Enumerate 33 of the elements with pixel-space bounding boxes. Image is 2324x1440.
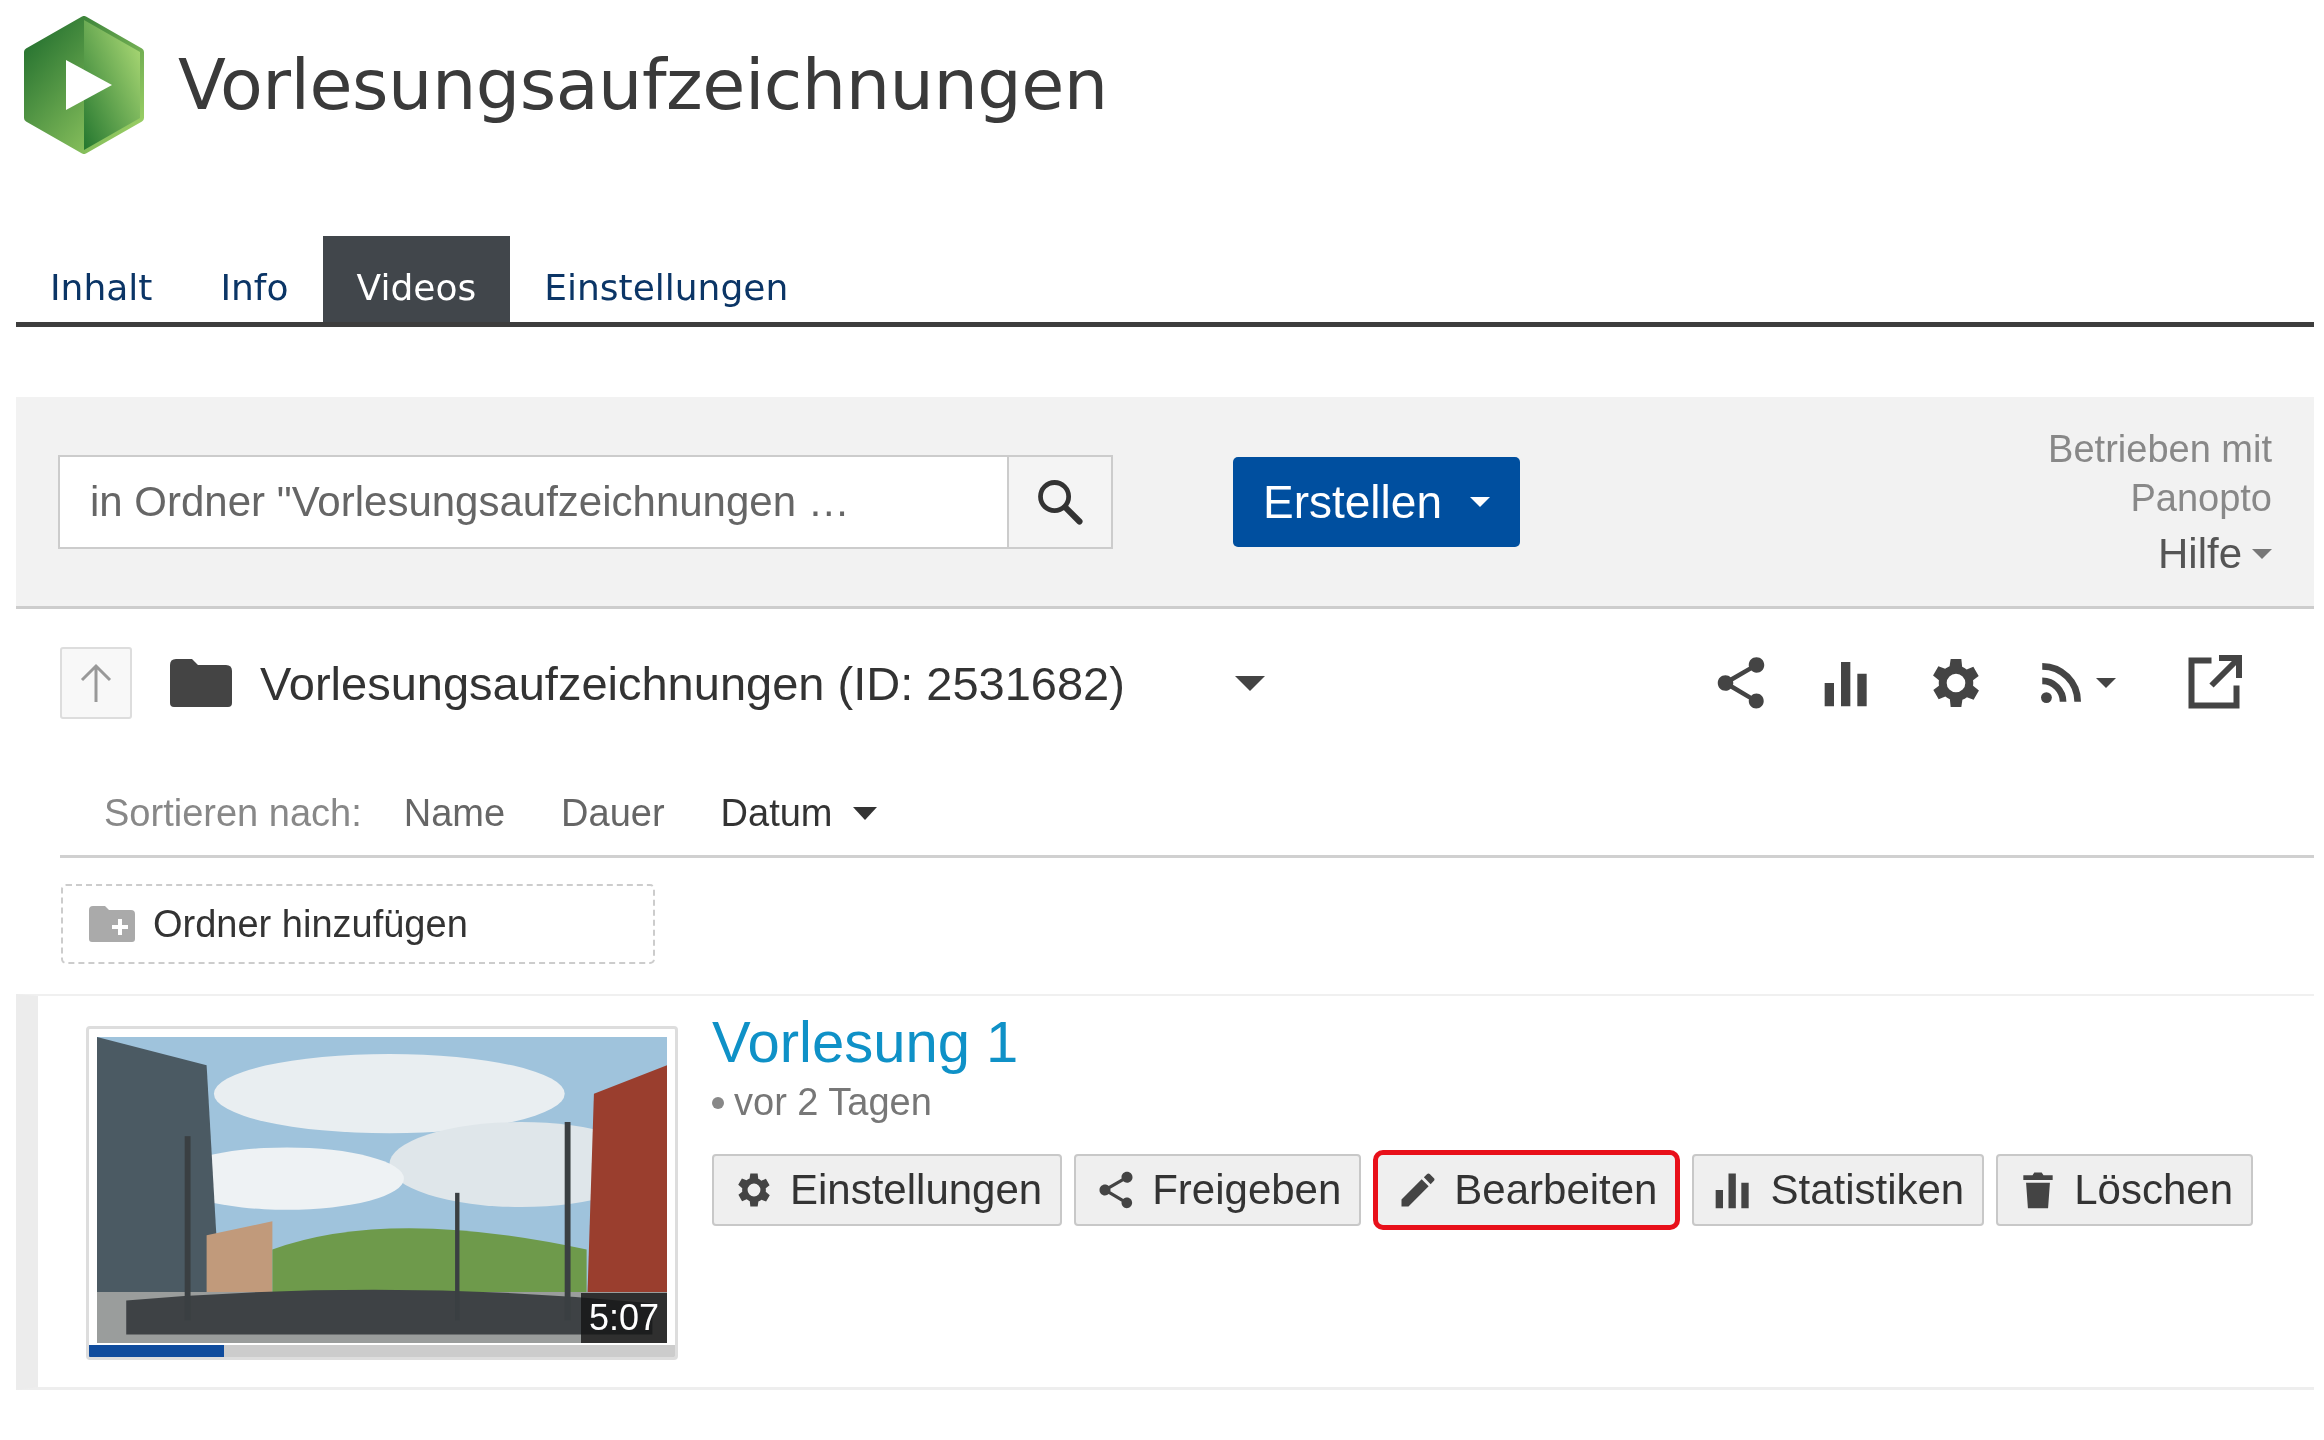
sort-label: Sortieren nach: bbox=[104, 792, 362, 835]
powered-by-text: Panopto bbox=[2130, 476, 2272, 521]
caret-icon[interactable] bbox=[1234, 675, 1265, 691]
add-folder-button[interactable]: Ordner hinzufügen bbox=[61, 884, 655, 964]
duration-badge: 5:07 bbox=[580, 1293, 667, 1343]
sort-option[interactable]: Dauer bbox=[561, 792, 665, 835]
action-button[interactable]: Bearbeiten bbox=[1373, 1150, 1681, 1230]
bullet-icon bbox=[712, 1096, 724, 1109]
page-title: Vorlesungsaufzeichnungen bbox=[178, 44, 1108, 126]
caret-icon bbox=[852, 807, 877, 820]
folder-icon bbox=[170, 659, 232, 707]
sort-option[interactable]: Datum bbox=[720, 792, 877, 835]
tab[interactable]: Inhalt bbox=[16, 236, 187, 322]
tab[interactable]: Info bbox=[186, 236, 323, 322]
session-age: vor 2 Tagen bbox=[734, 1081, 932, 1124]
action-button[interactable]: Freigeben bbox=[1074, 1154, 1362, 1226]
action-button[interactable]: Statistiken bbox=[1692, 1154, 1985, 1226]
caret-icon bbox=[2252, 548, 2272, 559]
powered-by-text: Betrieben mit bbox=[2048, 427, 2272, 472]
tab[interactable]: Videos bbox=[322, 236, 511, 322]
sort-option[interactable]: Name bbox=[403, 792, 506, 835]
create-button[interactable]: Erstellen bbox=[1233, 456, 1520, 547]
folder-name: Vorlesungsaufzeichnungen (ID: 2531682) bbox=[260, 655, 1125, 711]
tab[interactable]: Einstellungen bbox=[510, 236, 823, 322]
folder-plus-icon bbox=[89, 906, 135, 942]
up-button[interactable] bbox=[60, 647, 132, 719]
action-button[interactable]: Löschen bbox=[1996, 1154, 2254, 1226]
search-button[interactable] bbox=[1007, 454, 1113, 549]
help-menu[interactable]: Hilfe bbox=[2157, 529, 2272, 578]
action-button[interactable]: Einstellungen bbox=[712, 1154, 1063, 1226]
search-field[interactable]: in Ordner "Vorlesungsaufzeichnungen … bbox=[58, 454, 1007, 549]
caret-icon bbox=[1469, 496, 1490, 507]
session-title[interactable]: Vorlesung 1 bbox=[712, 1008, 2254, 1075]
